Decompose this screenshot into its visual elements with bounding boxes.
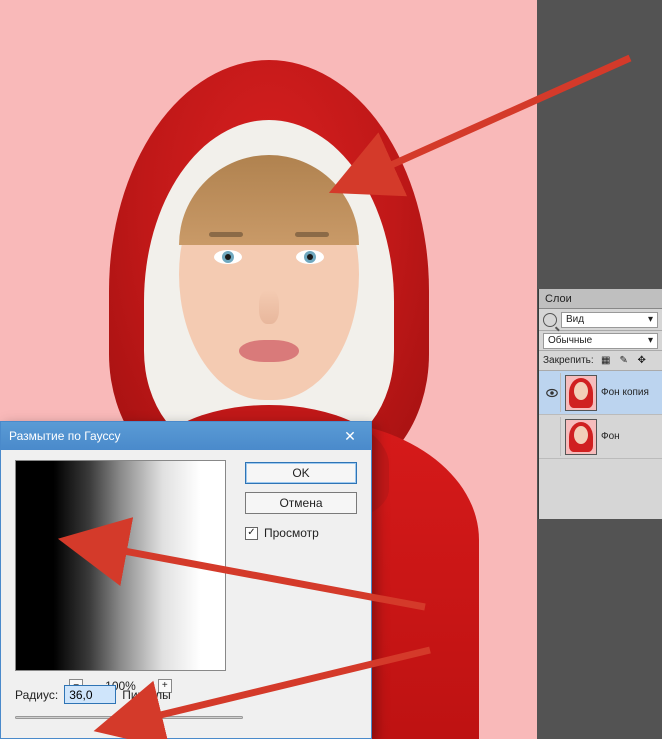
radius-label: Радиус: [15, 688, 58, 702]
blend-mode-value: Обычные [548, 335, 592, 346]
layer-thumbnail [565, 419, 597, 455]
layer-name: Фон копия [601, 387, 649, 398]
layers-tab-label: Слои [545, 293, 572, 305]
ok-label: OK [292, 466, 309, 480]
lock-label: Закрепить: [543, 355, 594, 366]
filter-type-select[interactable]: Вид ▾ [561, 312, 658, 328]
gaussian-blur-dialog: Размытие по Гауссу ✕ − 100% + OK Отмена … [0, 421, 372, 739]
radius-unit: Пикселы [122, 688, 171, 702]
lock-position-icon[interactable]: ✥ [636, 355, 648, 367]
eye-icon [545, 386, 559, 400]
radius-row: Радиус: Пикселы [15, 685, 171, 704]
blend-mode-select[interactable]: Обычные ▾ [543, 333, 658, 349]
filter-preview[interactable] [15, 460, 226, 671]
lock-transparency-icon[interactable]: ▦ [600, 355, 612, 367]
close-button[interactable]: ✕ [337, 426, 363, 446]
dialog-body: − 100% + OK Отмена ✓ Просмотр Радиус: Пи… [1, 450, 371, 738]
layer-row[interactable]: Фон копия [539, 371, 662, 415]
preview-checkbox-row: ✓ Просмотр [245, 526, 357, 540]
preview-label: Просмотр [264, 526, 319, 540]
cancel-label: Отмена [279, 496, 322, 510]
ok-button[interactable]: OK [245, 462, 357, 484]
blend-mode-row: Обычные ▾ [539, 331, 662, 351]
slider-thumb[interactable] [128, 710, 138, 724]
radius-slider[interactable] [15, 710, 243, 724]
chevron-down-icon: ▾ [648, 314, 653, 325]
visibility-toggle[interactable] [543, 417, 561, 456]
layers-panel: Слои Вид ▾ Обычные ▾ Закрепить: ▦ ✎ ✥ Фо… [538, 289, 662, 519]
radius-input[interactable] [64, 685, 116, 704]
check-icon: ✓ [247, 528, 255, 538]
dialog-titlebar[interactable]: Размытие по Гауссу ✕ [1, 422, 371, 450]
layer-row[interactable]: Фон [539, 415, 662, 459]
preview-checkbox[interactable]: ✓ [245, 527, 258, 540]
search-icon [543, 313, 557, 327]
layers-tab[interactable]: Слои [539, 289, 662, 309]
dialog-title: Размытие по Гауссу [9, 429, 120, 443]
layer-name: Фон [601, 431, 620, 442]
visibility-toggle[interactable] [543, 373, 561, 412]
layer-thumbnail [565, 375, 597, 411]
close-icon: ✕ [344, 428, 356, 445]
chevron-down-icon: ▾ [648, 335, 653, 346]
lock-pixels-icon[interactable]: ✎ [618, 355, 630, 367]
filter-type-value: Вид [566, 314, 584, 325]
layers-filter-row: Вид ▾ [539, 309, 662, 331]
lock-row: Закрепить: ▦ ✎ ✥ [539, 351, 662, 371]
cancel-button[interactable]: Отмена [245, 492, 357, 514]
